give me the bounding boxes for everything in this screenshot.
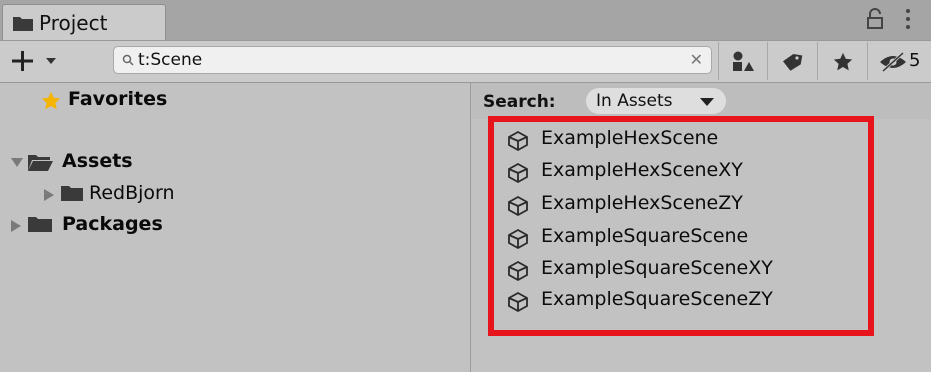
search-scope-label: Search: <box>483 92 556 112</box>
label-tag-icon <box>782 53 803 71</box>
star-icon <box>833 52 853 71</box>
clear-search-icon[interactable]: ✕ <box>690 51 703 69</box>
collapsed-arrow-icon <box>11 220 21 232</box>
tree-label-assets: Assets <box>62 150 133 172</box>
lock-icon[interactable] <box>866 8 884 34</box>
create-button[interactable] <box>10 47 70 75</box>
search-by-type-icon <box>733 51 754 71</box>
save-search-button[interactable] <box>817 42 867 80</box>
collapsed-arrow-icon <box>44 189 54 201</box>
search-icon <box>122 53 134 72</box>
search-scope-dropdown[interactable]: In Assets <box>586 88 726 114</box>
tab-title: Project <box>39 11 108 35</box>
search-field[interactable]: ✕ <box>113 46 712 74</box>
tree-label-packages: Packages <box>62 213 163 235</box>
toolbar: ✕ 5 <box>0 41 931 83</box>
search-scope-bar: Search: In Assets <box>471 83 931 119</box>
star-icon <box>41 91 61 110</box>
folder-tree: Favorites Assets RedBjorn Packages <box>0 83 470 372</box>
search-by-label-button[interactable] <box>767 42 817 80</box>
project-window: Project t:Scene ✕ 5 Favorites Assets Red… <box>0 0 931 372</box>
hidden-eye-icon <box>880 52 906 72</box>
search-scope-value: In Assets <box>596 91 673 111</box>
chevron-down-icon <box>700 98 714 106</box>
tab-strip: Project <box>0 0 931 41</box>
folder-open-icon <box>28 155 53 171</box>
tab-project[interactable]: Project <box>2 4 166 40</box>
folder-icon <box>28 217 52 232</box>
kebab-menu-icon[interactable] <box>905 8 911 34</box>
hidden-packages-button[interactable]: 5 <box>867 42 931 80</box>
expanded-arrow-icon <box>11 158 23 167</box>
tree-label-favorites: Favorites <box>68 88 168 110</box>
tree-label-redbjorn: RedBjorn <box>89 182 175 204</box>
folder-icon <box>13 15 33 35</box>
search-by-type-button[interactable] <box>718 42 767 80</box>
hidden-packages-count: 5 <box>909 50 921 71</box>
folder-icon <box>61 186 83 201</box>
highlight-annotation-box <box>488 116 874 336</box>
search-input[interactable] <box>138 49 678 71</box>
